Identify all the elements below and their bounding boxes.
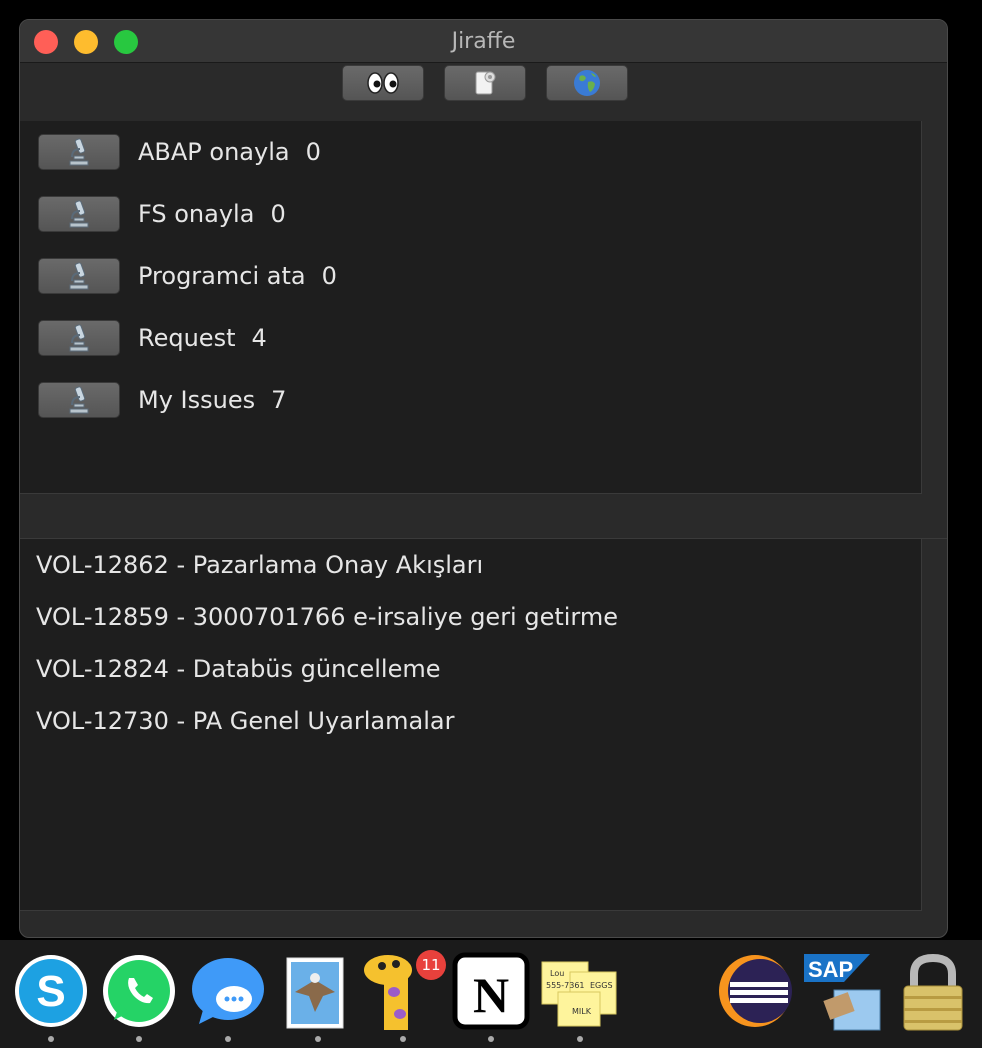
window-title: Jiraffe xyxy=(451,29,516,54)
notion-letter: N xyxy=(473,967,509,1023)
sticky-note-text: EGGS xyxy=(590,981,613,990)
running-indicator xyxy=(48,1036,54,1042)
skype-letter: S xyxy=(36,967,65,1016)
queue-label: ABAP onayla xyxy=(138,138,290,166)
running-indicator xyxy=(225,1036,231,1042)
running-indicator xyxy=(400,1036,406,1042)
issue-list: VOL-12862 - Pazarlama Onay Akışları VOL-… xyxy=(20,539,922,911)
queue-row: My Issues 7 xyxy=(38,380,286,420)
eyes-button[interactable] xyxy=(342,65,424,101)
queue-count: 0 xyxy=(321,262,337,290)
sap-logo-text: SAP xyxy=(808,957,853,982)
queue-row: Request 4 xyxy=(38,318,267,358)
queue-count: 0 xyxy=(305,138,321,166)
globe-button[interactable] xyxy=(546,65,628,101)
issue-item[interactable]: VOL-12859 - 3000701766 e-irsaliye geri g… xyxy=(36,603,618,631)
microscope-icon xyxy=(69,262,89,290)
open-queue-button[interactable] xyxy=(38,258,120,294)
sticky-note-text: MILK xyxy=(572,1007,592,1016)
microscope-icon xyxy=(69,200,89,228)
stickies-icon[interactable]: Lou 555-7361 EGGS MILK xyxy=(540,952,618,1030)
running-indicator xyxy=(136,1036,142,1042)
running-indicator xyxy=(577,1036,583,1042)
queue-row: ABAP onayla 0 xyxy=(38,132,321,172)
sticky-note-text: Lou xyxy=(550,969,564,978)
whatsapp-icon[interactable] xyxy=(100,952,178,1030)
mail-icon[interactable] xyxy=(279,952,357,1030)
queue-row: Programci ata 0 xyxy=(38,256,337,296)
open-queue-button[interactable] xyxy=(38,196,120,232)
eclipse-icon[interactable] xyxy=(716,952,794,1030)
sap-icon[interactable]: SAP xyxy=(804,952,882,1031)
microscope-icon xyxy=(69,386,89,414)
queue-row: FS onayla 0 xyxy=(38,194,286,234)
microscope-icon xyxy=(69,138,89,166)
running-indicator xyxy=(488,1036,494,1042)
queue-count: 4 xyxy=(251,324,267,352)
jiraffe-icon[interactable]: 11 xyxy=(362,950,446,1030)
queue-count: 7 xyxy=(271,386,287,414)
notification-badge: 11 xyxy=(416,950,446,980)
notion-icon[interactable]: N xyxy=(452,952,530,1030)
queue-label: My Issues xyxy=(138,386,256,414)
queue-label: Programci ata xyxy=(138,262,306,290)
microscope-icon xyxy=(69,324,89,352)
split-divider[interactable] xyxy=(20,494,947,539)
dock: S 11 N Lou 555-7361 EGGS MILK SAP xyxy=(0,940,982,1048)
running-indicator xyxy=(315,1036,321,1042)
globe-icon xyxy=(574,70,600,96)
eyes-icon xyxy=(367,72,399,94)
issue-item[interactable]: VOL-12824 - Databüs güncelleme xyxy=(36,655,441,683)
queue-count: 0 xyxy=(270,200,286,228)
jiraffe-window: Jiraffe ABAP onayla 0 FS onayla 0 Progra… xyxy=(19,19,948,938)
toilet-paper-icon xyxy=(475,71,496,95)
open-queue-button[interactable] xyxy=(38,134,120,170)
sticky-note-text: 555-7361 xyxy=(546,981,585,990)
queue-list: ABAP onayla 0 FS onayla 0 Programci ata … xyxy=(20,121,922,494)
toolbar xyxy=(20,63,947,121)
toilet-paper-button[interactable] xyxy=(444,65,526,101)
messages-icon[interactable] xyxy=(189,952,267,1030)
skype-icon[interactable]: S xyxy=(12,952,90,1030)
keychain-icon[interactable] xyxy=(894,952,972,1031)
queue-label: Request xyxy=(138,324,236,352)
open-queue-button[interactable] xyxy=(38,382,120,418)
issue-item[interactable]: VOL-12862 - Pazarlama Onay Akışları xyxy=(36,551,483,579)
title-bar[interactable]: Jiraffe xyxy=(20,20,947,63)
queue-label: FS onayla xyxy=(138,200,255,228)
issue-item[interactable]: VOL-12730 - PA Genel Uyarlamalar xyxy=(36,707,454,735)
open-queue-button[interactable] xyxy=(38,320,120,356)
